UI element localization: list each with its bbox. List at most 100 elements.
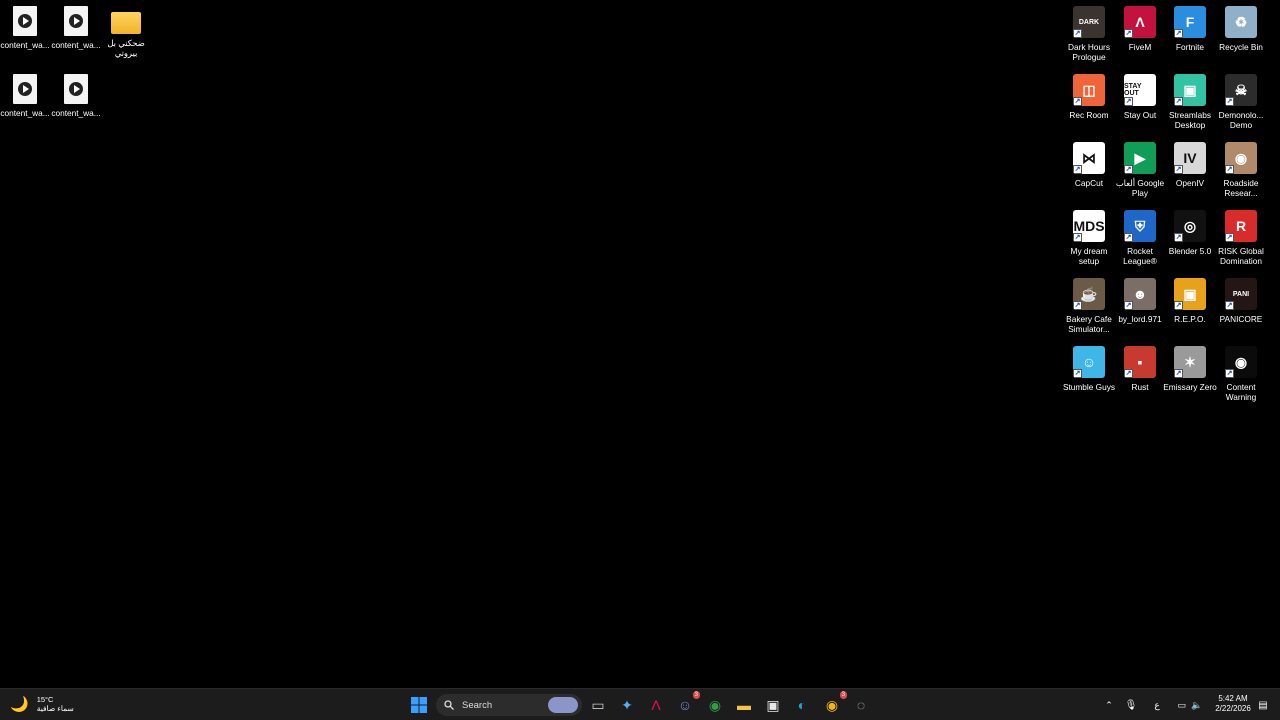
shortcut-arrow-icon: ↗: [1174, 97, 1183, 106]
taskbar: 🌙 15°C سماء صافية Search ▭ ✦ Λ ☺ 3 ◉ ▬ ▣ ◐ ◉ 3 ◌ ⌃ …: [0, 688, 1280, 720]
desktop-shortcut-fortnite[interactable]: F ↗ Fortnite: [1165, 6, 1215, 70]
weather-temp: 15°C: [36, 695, 54, 704]
video-file-icon: [64, 6, 88, 36]
desktop-shortcut-by-lord[interactable]: ☻ ↗ by_lord.971: [1115, 278, 1165, 342]
shortcut-arrow-icon: ↗: [1174, 165, 1183, 174]
edge-icon: ◐: [797, 697, 807, 713]
desktop-shortcut-recycle-bin[interactable]: ♻ Recycle Bin: [1216, 6, 1266, 70]
desktop-shortcut-repo[interactable]: ▣ ↗ R.E.P.O.: [1165, 278, 1215, 342]
icon-label: by_lord.971: [1118, 314, 1162, 324]
icon-label: ألعاب Google Play: [1115, 178, 1165, 198]
microphone-button[interactable]: 🎙: [1122, 694, 1140, 716]
network-icon: ▭: [1177, 699, 1187, 710]
icon-label: PANICORE: [1219, 314, 1263, 324]
moon-icon: 🌙: [10, 696, 29, 713]
video-file-icon: [64, 74, 88, 104]
taskbar-app-copilot[interactable]: ✦: [616, 694, 638, 716]
search-placeholder: Search: [462, 699, 493, 711]
desktop-shortcut-rec-room[interactable]: ◫ ↗ Rec Room: [1064, 74, 1114, 138]
desktop-shortcut-rocket-league[interactable]: ⛨ ↗ Rocket League®: [1115, 210, 1165, 274]
desktop-folder[interactable]: ضحكني بل بيروتي: [101, 6, 151, 70]
shortcut-arrow-icon: ↗: [1124, 369, 1133, 378]
capcut-icon: ⋈ ↗: [1073, 142, 1105, 174]
desktop-file-content-3[interactable]: content_wa...: [0, 74, 50, 138]
video-file-icon: [13, 74, 37, 104]
search-icon: [444, 700, 454, 710]
icon-label: OpenIV: [1175, 178, 1205, 188]
desktop-file-content-4[interactable]: content_wa...: [51, 74, 101, 138]
icon-label: Rec Room: [1069, 110, 1109, 120]
desktop-file-content-1[interactable]: content_wa...: [0, 6, 50, 70]
rust-icon: ▪ ↗: [1124, 346, 1156, 378]
desktop-shortcut-dark-hours[interactable]: DARK ↗ Dark Hours Prologue: [1064, 6, 1114, 70]
weather-widget[interactable]: 🌙 15°C سماء صافية: [10, 695, 74, 713]
desktop-shortcut-emissary-zero[interactable]: ✶ ↗ Emissary Zero: [1163, 346, 1217, 410]
desktop-shortcut-fivem[interactable]: Λ ↗ FiveM: [1115, 6, 1165, 70]
shortcut-arrow-icon: ↗: [1124, 301, 1133, 310]
desktop-shortcut-capcut[interactable]: ⋈ ↗ CapCut: [1064, 142, 1114, 206]
icon-label: content_wa...: [0, 108, 50, 118]
desktop-shortcut-streamlabs[interactable]: ▣ ↗ Streamlabs Desktop: [1165, 74, 1215, 138]
taskbar-app-task-view[interactable]: ▭: [587, 694, 609, 716]
taskbar-app-microsoft-store[interactable]: ▣: [762, 694, 784, 716]
shortcut-arrow-icon: ↗: [1073, 97, 1082, 106]
taskbar-app-fivem-taskbar[interactable]: Λ: [645, 694, 667, 716]
panicore-icon: PANI ↗: [1225, 278, 1257, 310]
shortcut-arrow-icon: ↗: [1174, 301, 1183, 310]
icon-label: Recycle Bin: [1219, 42, 1263, 52]
shortcut-arrow-icon: ↗: [1073, 165, 1082, 174]
desktop-shortcut-risk[interactable]: R ↗ RISK Global Domination: [1216, 210, 1266, 274]
shortcut-arrow-icon: ↗: [1225, 165, 1234, 174]
icon-label: content_wa...: [51, 40, 101, 50]
blender-icon: ◎ ↗: [1174, 210, 1206, 242]
network-volume-button[interactable]: ▭ 🔈: [1172, 694, 1208, 716]
icon-label: Rust: [1131, 382, 1149, 392]
desktop-shortcut-openiv[interactable]: IV ↗ OpenIV: [1165, 142, 1215, 206]
recycle-bin-icon: ♻: [1225, 6, 1257, 38]
desktop-shortcut-content-warning[interactable]: ◉ ↗ Content Warning: [1216, 346, 1266, 410]
emissary-zero-icon: ✶ ↗: [1174, 346, 1206, 378]
taskbar-app-file-explorer[interactable]: ▬: [733, 694, 755, 716]
clock[interactable]: 5:42 AM 2/22/2026: [1210, 694, 1256, 714]
desktop-shortcut-google-play-games[interactable]: ▶ ↗ ألعاب Google Play: [1115, 142, 1165, 206]
notifications-button[interactable]: ▤: [1256, 694, 1270, 716]
desktop-shortcut-bakery-cafe[interactable]: ☕ ↗ Bakery Cafe Simulator...: [1064, 278, 1114, 342]
microsoft-store-icon: ▣: [766, 696, 780, 713]
taskbar-app-chrome[interactable]: ◉: [704, 694, 726, 716]
taskbar-app-chrome-canary[interactable]: ◉ 3: [821, 691, 847, 716]
windows-icon: [411, 697, 427, 713]
desktop-shortcut-stumble-guys[interactable]: ☺ ↗ Stumble Guys: [1063, 346, 1115, 410]
desktop-shortcut-stay-out[interactable]: STAY OUT ↗ Stay Out: [1115, 74, 1165, 138]
icon-label: Roadside Resear...: [1223, 178, 1259, 198]
shortcut-arrow-icon: ↗: [1073, 369, 1082, 378]
desktop-shortcut-rust[interactable]: ▪ ↗ Rust: [1115, 346, 1165, 410]
taskbar-app-steam-like[interactable]: ◌: [850, 694, 872, 716]
desktop-shortcut-blender[interactable]: ◎ ↗ Blender 5.0: [1165, 210, 1215, 274]
my-dream-setup-icon: MDS ↗: [1073, 210, 1105, 242]
desktop[interactable]: content_wa... content_wa... ضحكني بل بير…: [0, 0, 1280, 688]
shortcut-arrow-icon: ↗: [1225, 369, 1234, 378]
stay-out-icon: STAY OUT ↗: [1124, 74, 1156, 106]
microphone-icon: 🎙: [1124, 699, 1138, 711]
shortcut-arrow-icon: ↗: [1124, 165, 1133, 174]
rocket-league-icon: ⛨ ↗: [1124, 210, 1156, 242]
desktop-file-content-2[interactable]: content_wa...: [51, 6, 101, 70]
shortcut-arrow-icon: ↗: [1174, 369, 1183, 378]
desktop-shortcut-roadside-research[interactable]: ◉ ↗ Roadside Resear...: [1216, 142, 1266, 206]
desktop-shortcut-panicore[interactable]: PANI ↗ PANICORE: [1216, 278, 1266, 342]
input-language-button[interactable]: ع: [1148, 694, 1166, 716]
dark-hours-icon: DARK ↗: [1073, 6, 1105, 38]
search-box[interactable]: Search: [436, 694, 582, 716]
taskbar-app-edge[interactable]: ◐: [791, 694, 813, 716]
stumble-guys-icon: ☺ ↗: [1073, 346, 1105, 378]
notification-badge: 3: [839, 691, 847, 699]
notification-icon: ▤: [1258, 699, 1268, 711]
shortcut-arrow-icon: ↗: [1124, 233, 1133, 242]
shortcut-arrow-icon: ↗: [1124, 97, 1133, 106]
desktop-shortcut-demonologist[interactable]: ☠ ↗ Demonolo... Demo: [1216, 74, 1266, 138]
desktop-shortcut-my-dream-setup[interactable]: MDS ↗ My dream setup: [1064, 210, 1114, 274]
show-hidden-icons-button[interactable]: ⌃: [1100, 694, 1118, 716]
input-language-label: ع: [1154, 699, 1160, 710]
taskbar-app-discord[interactable]: ☺ 3: [674, 691, 700, 716]
start-button[interactable]: [408, 694, 430, 716]
